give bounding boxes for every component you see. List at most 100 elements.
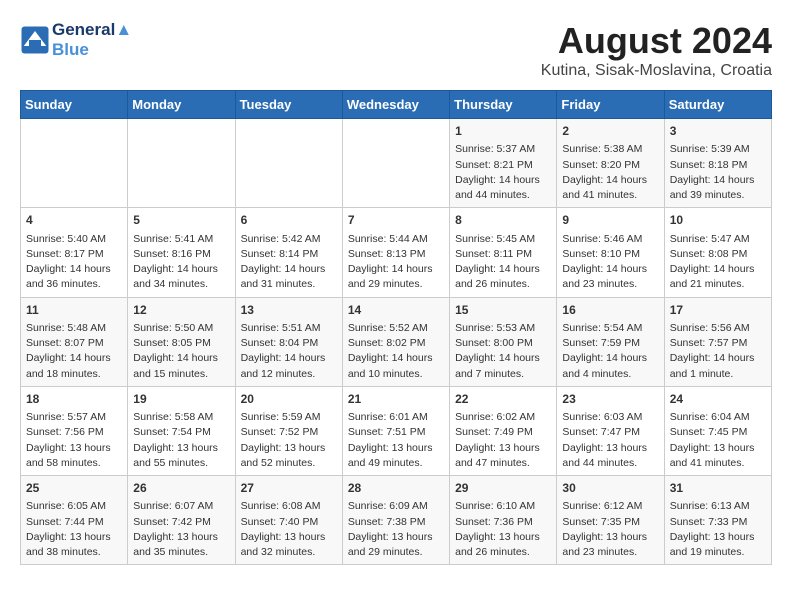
calendar-cell: 10Sunrise: 5:47 AMSunset: 8:08 PMDayligh… xyxy=(664,208,771,297)
day-info-line: Daylight: 13 hours xyxy=(133,441,229,456)
calendar-cell: 28Sunrise: 6:09 AMSunset: 7:38 PMDayligh… xyxy=(342,476,449,565)
day-info-line: Daylight: 14 hours xyxy=(670,351,766,366)
day-info-line: Daylight: 14 hours xyxy=(133,351,229,366)
day-number: 12 xyxy=(133,302,229,319)
day-info-line: Sunrise: 6:07 AM xyxy=(133,499,229,514)
location-subtitle: Kutina, Sisak-Moslavina, Croatia xyxy=(541,62,772,80)
calendar-cell: 22Sunrise: 6:02 AMSunset: 7:49 PMDayligh… xyxy=(450,386,557,475)
day-number: 24 xyxy=(670,391,766,408)
col-header-tuesday: Tuesday xyxy=(235,91,342,119)
day-info-line: Sunrise: 5:57 AM xyxy=(26,410,122,425)
day-info-line: and 47 minutes. xyxy=(455,456,551,471)
day-info-line: Sunset: 8:02 PM xyxy=(348,336,444,351)
calendar-cell: 2Sunrise: 5:38 AMSunset: 8:20 PMDaylight… xyxy=(557,119,664,208)
day-info-line: Sunset: 7:57 PM xyxy=(670,336,766,351)
day-info-line: Sunrise: 5:56 AM xyxy=(670,321,766,336)
day-info-line: and 32 minutes. xyxy=(241,545,337,560)
day-number: 5 xyxy=(133,212,229,229)
day-info-line: Sunrise: 6:13 AM xyxy=(670,499,766,514)
day-number: 31 xyxy=(670,480,766,497)
day-info-line: and 7 minutes. xyxy=(455,367,551,382)
day-info-line: and 21 minutes. xyxy=(670,277,766,292)
day-info-line: Daylight: 13 hours xyxy=(241,530,337,545)
calendar-cell: 31 Sunrise: 6:13 AMSunset: 7:33 PMDayligh… xyxy=(664,476,771,565)
day-info-line: Sunset: 7:59 PM xyxy=(562,336,658,351)
day-info-line: Sunset: 8:14 PM xyxy=(241,247,337,262)
day-number: 11 xyxy=(26,302,122,319)
logo: General▲ Blue xyxy=(20,20,132,60)
day-info-line: Sunrise: 5:52 AM xyxy=(348,321,444,336)
calendar-cell: 7Sunrise: 5:44 AMSunset: 8:13 PMDaylight… xyxy=(342,208,449,297)
day-info-line: Sunset: 7:52 PM xyxy=(241,425,337,440)
day-number: 2 xyxy=(562,123,658,140)
day-info-line: Daylight: 13 hours xyxy=(133,530,229,545)
day-number: 14 xyxy=(348,302,444,319)
day-number: 4 xyxy=(26,212,122,229)
day-info-line: Sunset: 8:18 PM xyxy=(670,158,766,173)
day-info-line: and 26 minutes. xyxy=(455,545,551,560)
calendar-cell: 15Sunrise: 5:53 AMSunset: 8:00 PMDayligh… xyxy=(450,297,557,386)
day-info-line: and 29 minutes. xyxy=(348,545,444,560)
day-info-line: Sunset: 8:16 PM xyxy=(133,247,229,262)
calendar-cell: 11Sunrise: 5:48 AMSunset: 8:07 PMDayligh… xyxy=(21,297,128,386)
day-info-line: Sunrise: 5:38 AM xyxy=(562,142,658,157)
day-info-line: Sunset: 8:04 PM xyxy=(241,336,337,351)
calendar-cell: 13Sunrise: 5:51 AMSunset: 8:04 PMDayligh… xyxy=(235,297,342,386)
calendar-cell: 3Sunrise: 5:39 AMSunset: 8:18 PMDaylight… xyxy=(664,119,771,208)
day-info-line: and 41 minutes. xyxy=(670,456,766,471)
day-info-line: Sunrise: 5:46 AM xyxy=(562,232,658,247)
day-info-line: Daylight: 14 hours xyxy=(455,173,551,188)
day-number: 9 xyxy=(562,212,658,229)
day-info-line: Daylight: 14 hours xyxy=(455,351,551,366)
calendar-cell: 5Sunrise: 5:41 AMSunset: 8:16 PMDaylight… xyxy=(128,208,235,297)
day-number: 10 xyxy=(670,212,766,229)
day-number: 23 xyxy=(562,391,658,408)
day-info-line: and 35 minutes. xyxy=(133,545,229,560)
day-info-line: Sunset: 7:38 PM xyxy=(348,515,444,530)
calendar-cell: 8Sunrise: 5:45 AMSunset: 8:11 PMDaylight… xyxy=(450,208,557,297)
day-info-line: Sunrise: 5:51 AM xyxy=(241,321,337,336)
day-info-line: Sunrise: 6:09 AM xyxy=(348,499,444,514)
day-info-line: Sunset: 7:33 PM xyxy=(670,515,766,530)
day-number: 3 xyxy=(670,123,766,140)
day-info-line: Daylight: 14 hours xyxy=(562,262,658,277)
day-info-line: Daylight: 13 hours xyxy=(26,441,122,456)
calendar-table: SundayMondayTuesdayWednesdayThursdayFrid… xyxy=(20,90,772,565)
day-info-line: Daylight: 13 hours xyxy=(562,441,658,456)
col-header-wednesday: Wednesday xyxy=(342,91,449,119)
day-info-line: Sunset: 7:49 PM xyxy=(455,425,551,440)
day-info-line: and 23 minutes. xyxy=(562,277,658,292)
calendar-cell: 9Sunrise: 5:46 AMSunset: 8:10 PMDaylight… xyxy=(557,208,664,297)
day-info-line: Daylight: 13 hours xyxy=(26,530,122,545)
day-info-line: Sunrise: 6:05 AM xyxy=(26,499,122,514)
calendar-cell: 24Sunrise: 6:04 AMSunset: 7:45 PMDayligh… xyxy=(664,386,771,475)
col-header-thursday: Thursday xyxy=(450,91,557,119)
logo-icon xyxy=(20,25,50,55)
day-info-line: Daylight: 13 hours xyxy=(670,530,766,545)
day-info-line: Sunset: 7:45 PM xyxy=(670,425,766,440)
calendar-cell xyxy=(342,119,449,208)
calendar-cell xyxy=(21,119,128,208)
page-header: General▲ Blue August 2024 Kutina, Sisak-… xyxy=(20,20,772,80)
day-info-line: and 39 minutes. xyxy=(670,188,766,203)
day-number: 19 xyxy=(133,391,229,408)
day-info-line: Daylight: 14 hours xyxy=(26,262,122,277)
day-info-line: Sunrise: 5:53 AM xyxy=(455,321,551,336)
day-info-line: and 23 minutes. xyxy=(562,545,658,560)
calendar-cell: 4Sunrise: 5:40 AMSunset: 8:17 PMDaylight… xyxy=(21,208,128,297)
day-info-line: and 31 minutes. xyxy=(241,277,337,292)
day-info-line: and 49 minutes. xyxy=(348,456,444,471)
month-title: August 2024 xyxy=(541,20,772,62)
day-info-line: and 44 minutes. xyxy=(562,456,658,471)
day-number: 21 xyxy=(348,391,444,408)
day-info-line: Sunrise: 6:01 AM xyxy=(348,410,444,425)
day-info-line: Sunset: 8:11 PM xyxy=(455,247,551,262)
col-header-saturday: Saturday xyxy=(664,91,771,119)
day-info-line: Sunrise: 5:54 AM xyxy=(562,321,658,336)
day-info-line: Sunset: 8:21 PM xyxy=(455,158,551,173)
day-info-line: Sunrise: 6:12 AM xyxy=(562,499,658,514)
day-info-line: Sunset: 8:13 PM xyxy=(348,247,444,262)
day-info-line: Sunset: 7:44 PM xyxy=(26,515,122,530)
day-number: 30 xyxy=(562,480,658,497)
day-info-line: Sunrise: 5:58 AM xyxy=(133,410,229,425)
